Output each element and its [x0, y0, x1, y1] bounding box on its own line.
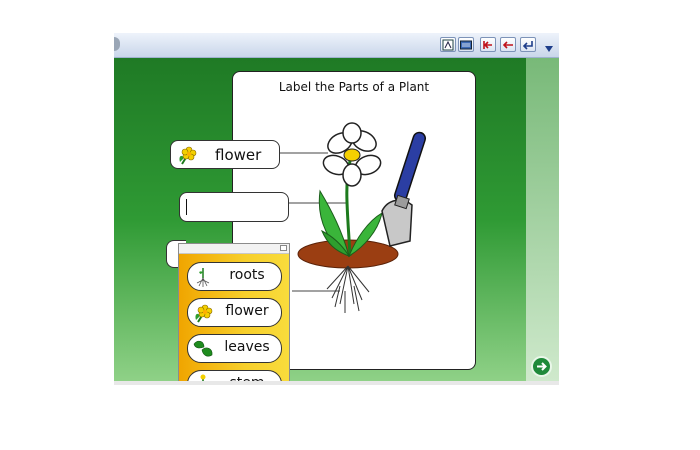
- toolbar: [114, 33, 559, 58]
- dropdown-icon: [545, 46, 553, 52]
- label-box-empty-stem[interactable]: [179, 192, 289, 222]
- label-box-flower[interactable]: flower: [170, 140, 280, 169]
- status-bar: [114, 381, 559, 385]
- word-item-flower[interactable]: flower: [187, 298, 282, 327]
- activity-stage: Label the Parts of a Plant flower roots …: [114, 58, 526, 385]
- next-button[interactable]: [531, 356, 552, 377]
- go-back-button[interactable]: [500, 37, 516, 52]
- flower-icon: [195, 304, 213, 323]
- word-item-flower-text: flower: [225, 303, 269, 319]
- word-item-roots-text: roots: [229, 267, 265, 283]
- flower-icon: [179, 146, 197, 165]
- word-bank-close-button[interactable]: [280, 245, 287, 251]
- return-icon: [522, 41, 533, 50]
- keyboard-button[interactable]: [458, 37, 474, 52]
- arrow-right-icon: [537, 362, 547, 371]
- side-panel: [526, 58, 559, 381]
- word-item-roots[interactable]: roots: [187, 262, 282, 291]
- label-box-flower-text: flower: [215, 146, 262, 164]
- keyboard-icon: [460, 40, 472, 50]
- app-window: Label the Parts of a Plant flower roots …: [114, 33, 559, 385]
- symbol-tool-button[interactable]: [440, 37, 456, 52]
- go-start-button[interactable]: [480, 37, 496, 52]
- symbol-tool-icon: [442, 39, 454, 51]
- go-back-icon: [502, 41, 513, 49]
- dropdown-button[interactable]: [544, 39, 554, 58]
- text-cursor: [186, 199, 187, 215]
- word-bank-list: roots flower leaves stem: [179, 254, 289, 385]
- go-start-icon: [483, 41, 492, 49]
- word-item-leaves-text: leaves: [224, 339, 270, 355]
- word-item-leaves[interactable]: leaves: [187, 334, 282, 363]
- return-button[interactable]: [520, 37, 536, 52]
- word-bank-header: [179, 244, 289, 254]
- leaves-icon: [193, 340, 213, 357]
- panel-toggle[interactable]: [114, 37, 120, 51]
- roots-icon: [196, 268, 210, 287]
- word-bank-popup: roots flower leaves stem: [178, 243, 290, 385]
